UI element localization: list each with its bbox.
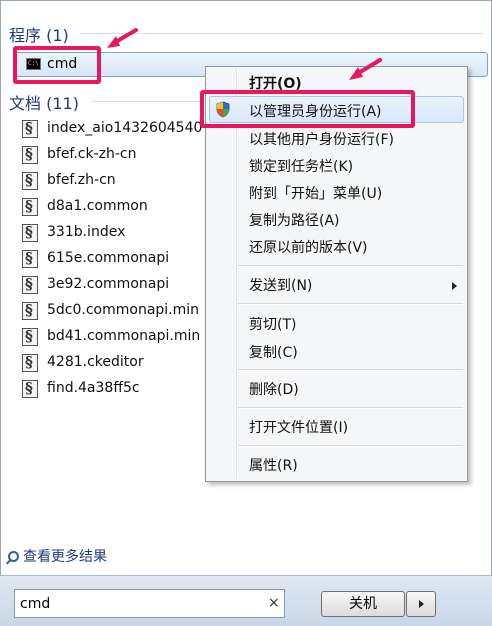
menu-item-send-to[interactable]: 发送到(N) [249, 275, 312, 295]
shutdown-button[interactable]: 关机 [321, 591, 405, 617]
highlight-box-cmd [13, 46, 101, 84]
section-divider [92, 101, 204, 102]
list-item[interactable]: index_aio1432604540 [22, 118, 212, 144]
menu-separator [238, 303, 463, 305]
document-label[interactable]: 5dc0.commonapi.min [47, 302, 227, 318]
menu-item-restore-versions[interactable]: 还原以前的版本(V) [249, 237, 368, 257]
menu-item-properties[interactable]: 属性(R) [249, 455, 298, 475]
list-item[interactable]: d8a1.common [22, 196, 212, 222]
documents-list: index_aio1432604540 bfef.ck-zh-cn bfef.z… [22, 118, 212, 404]
document-label[interactable]: 3e92.commonapi [47, 276, 227, 292]
menu-item-open-location[interactable]: 打开文件位置(I) [249, 417, 348, 437]
menu-item-copy-path[interactable]: 复制为路径(A) [249, 210, 340, 230]
menu-item-run-as-other-user[interactable]: 以其他用户身份运行(F) [249, 129, 394, 149]
script-file-icon [22, 327, 38, 346]
submenu-arrow-icon [452, 282, 457, 290]
list-item[interactable]: 331b.index [22, 222, 212, 248]
document-label[interactable]: bd41.commonapi.min [47, 328, 227, 344]
see-more-results-label[interactable]: 查看更多结果 [23, 549, 107, 565]
menu-separator [238, 407, 463, 409]
menu-separator [238, 369, 463, 371]
menu-item-delete[interactable]: 删除(D) [249, 379, 299, 399]
menu-gutter [236, 69, 238, 479]
list-item[interactable]: bfef.zh-cn [22, 170, 212, 196]
context-menu: 打开(O) 以管理员身份运行(A) 以其他用户身份运行(F) 锁定到任务栏(K)… [205, 66, 468, 482]
document-label[interactable]: bfef.ck-zh-cn [47, 146, 227, 162]
script-file-icon [22, 301, 38, 320]
pointer-arrow-icon [349, 58, 382, 80]
document-label[interactable]: d8a1.common [47, 198, 227, 214]
menu-item-pin-start[interactable]: 附到「开始」菜单(U) [249, 183, 382, 203]
section-divider [80, 33, 484, 34]
shutdown-options-arrow-icon[interactable] [406, 591, 436, 617]
menu-separator [238, 445, 463, 447]
list-item[interactable]: bd41.commonapi.min [22, 326, 212, 352]
script-file-icon [22, 379, 38, 398]
list-item[interactable]: 615e.commonapi [22, 248, 212, 274]
list-item[interactable]: 5dc0.commonapi.min [22, 300, 212, 326]
list-item[interactable]: find.4a38ff5c [22, 378, 212, 404]
document-label[interactable]: 615e.commonapi [47, 250, 227, 266]
document-label[interactable]: 4281.ckeditor [47, 354, 227, 370]
script-file-icon [22, 275, 38, 294]
script-file-icon [22, 223, 38, 242]
document-label[interactable]: bfef.zh-cn [47, 172, 227, 188]
script-file-icon [22, 353, 38, 372]
search-icon [8, 551, 19, 562]
clear-search-icon[interactable]: × [268, 595, 280, 611]
menu-separator [238, 265, 463, 267]
script-file-icon [22, 171, 38, 190]
document-label[interactable]: 331b.index [47, 224, 227, 240]
menu-item-pin-taskbar[interactable]: 锁定到任务栏(K) [249, 156, 353, 176]
script-file-icon [22, 145, 38, 164]
see-more-results-link[interactable]: 查看更多结果 [8, 546, 107, 566]
menu-item-copy[interactable]: 复制(C) [249, 342, 298, 362]
script-file-icon [22, 119, 38, 138]
menu-item-cut[interactable]: 剪切(T) [249, 314, 296, 334]
script-file-icon [22, 249, 38, 268]
highlight-box-run-as-admin [200, 90, 415, 128]
list-item[interactable]: bfef.ck-zh-cn [22, 144, 212, 170]
list-item[interactable]: 4281.ckeditor [22, 352, 212, 378]
list-item[interactable]: 3e92.commonapi [22, 274, 212, 300]
documents-heading: 文档 (11) [9, 94, 79, 113]
document-label[interactable]: find.4a38ff5c [47, 380, 227, 396]
search-input[interactable] [14, 589, 285, 618]
search-input-value[interactable]: cmd [20, 596, 50, 612]
script-file-icon [22, 197, 38, 216]
pointer-arrow-icon [107, 28, 138, 48]
programs-heading: 程序 (1) [9, 26, 69, 45]
